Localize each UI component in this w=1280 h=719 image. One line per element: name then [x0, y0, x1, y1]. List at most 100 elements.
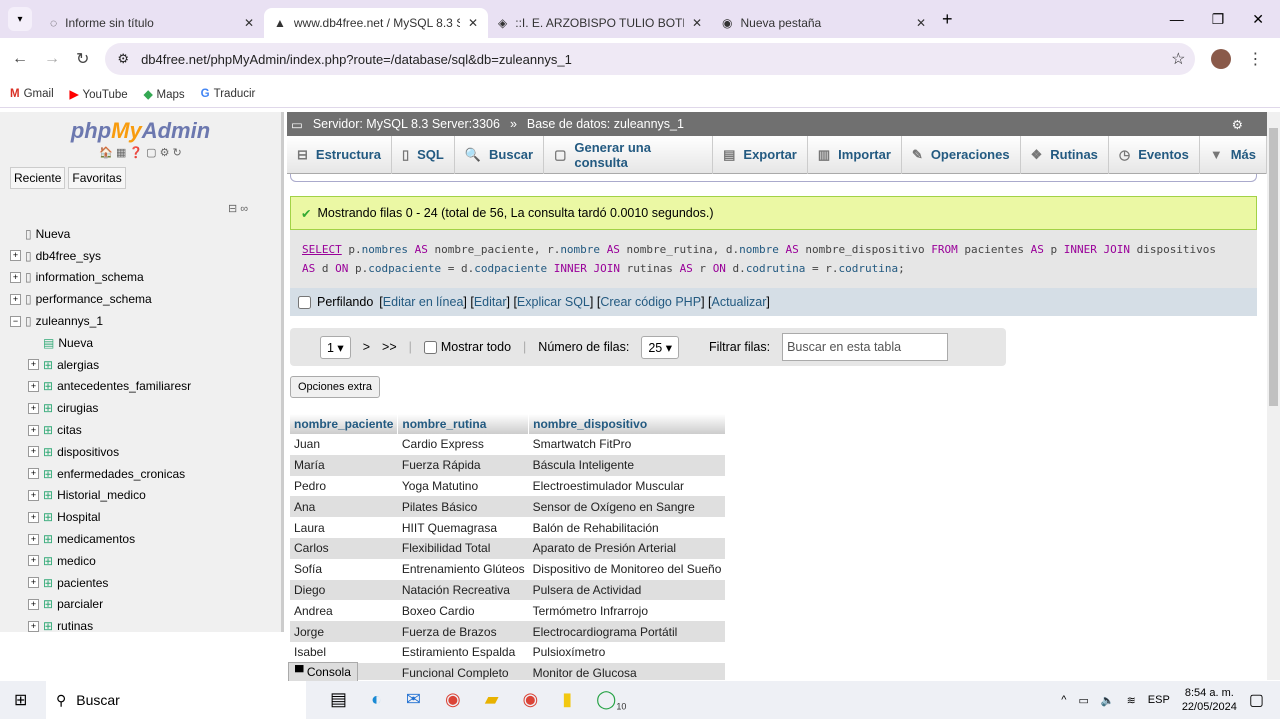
expand-icon[interactable] — [28, 337, 39, 348]
collapse-link-icons[interactable]: ⊟ ∞ — [228, 202, 248, 215]
tree-node-pacientes[interactable]: + ⊞ pacientes — [0, 572, 281, 594]
expand-icon[interactable]: + — [10, 250, 21, 262]
recent-button[interactable]: Reciente — [10, 167, 66, 189]
edge-icon[interactable]: ◐ — [371, 689, 382, 712]
next-page-button[interactable]: > — [363, 340, 370, 354]
settings-icon[interactable]: ⚙ — [1232, 117, 1243, 132]
tree-node-information_schema[interactable]: + ▯ information_schema — [0, 267, 281, 289]
browser-tab[interactable]: ◉ Nueva pestaña ✕ — [712, 8, 936, 38]
language-indicator[interactable]: ESP — [1148, 694, 1170, 706]
expand-icon[interactable]: + — [10, 293, 21, 305]
rows-select[interactable]: 25 ▾ — [641, 335, 679, 359]
site-info-icon[interactable]: ⚙ — [117, 51, 129, 67]
clock[interactable]: 8:54 a. m. 22/05/2024 — [1182, 686, 1237, 714]
minimize-button[interactable]: — — [1170, 11, 1184, 28]
start-icon[interactable]: ⊞ — [14, 690, 27, 710]
back-icon[interactable]: ← — [12, 50, 28, 68]
console-button[interactable]: ▀ Consola — [288, 662, 358, 682]
bookmark-gmail[interactable]: M Gmail — [10, 88, 54, 100]
expand-icon[interactable] — [10, 228, 21, 239]
expand-icon[interactable]: + — [28, 620, 39, 632]
expand-icon[interactable]: + — [28, 359, 39, 371]
battery-icon[interactable]: ▭ — [1078, 694, 1088, 707]
tab-más[interactable]: ▼ Más — [1200, 135, 1267, 174]
chrome-profile-icon[interactable]: ◉ — [523, 689, 539, 712]
query-action-link[interactable]: Explicar SQL — [517, 295, 590, 309]
url-field[interactable]: ⚙ db4free.net/phpMyAdmin/index.php?route=… — [105, 43, 1196, 75]
new-tab-button[interactable]: + — [942, 9, 953, 30]
expand-icon[interactable]: + — [28, 598, 39, 610]
query-action-link[interactable]: Actualizar — [712, 295, 767, 309]
filter-rows-input[interactable]: Buscar en esta tabla — [782, 333, 949, 361]
tab-importar[interactable]: ▥ Importar — [808, 135, 902, 174]
collapse-icon[interactable]: ▭ — [291, 117, 303, 132]
bookmark-maps[interactable]: ◆ Maps — [144, 87, 185, 101]
tab-close-icon[interactable]: ✕ — [916, 16, 926, 30]
expand-icon[interactable]: + — [28, 555, 39, 567]
reload-icon[interactable]: ↻ — [76, 49, 89, 69]
column-header-nombre_rutina[interactable]: nombre_rutina — [397, 414, 530, 434]
tab-search-button[interactable]: ▾ — [8, 7, 32, 31]
query-action-link[interactable]: Editar — [474, 295, 507, 309]
expand-icon[interactable]: + — [28, 446, 39, 458]
expand-icon[interactable]: + — [28, 511, 39, 523]
tree-node-historial_medico[interactable]: + ⊞ Historial_medico — [0, 485, 281, 507]
file-explorer-icon[interactable]: ▰ — [485, 689, 499, 712]
tree-node-zuleannys_1[interactable]: − ▯ zuleannys_1 — [0, 310, 281, 332]
taskbar-search[interactable]: ⚲ Buscar — [46, 681, 306, 719]
tab-close-icon[interactable]: ✕ — [468, 16, 478, 30]
phpmyadmin-logo[interactable]: phpMyAdmin — [0, 118, 281, 144]
bookmark-youtube[interactable]: ▶ YouTube — [70, 87, 128, 101]
expand-icon[interactable]: + — [28, 533, 39, 545]
tree-node-nueva[interactable]: ▤ Nueva — [0, 332, 281, 354]
bookmark-translate[interactable]: G Traducir — [201, 88, 256, 100]
forward-icon[interactable]: → — [44, 50, 60, 68]
tab-close-icon[interactable]: ✕ — [692, 16, 702, 30]
wifi-icon[interactable]: ≋ — [1127, 694, 1136, 707]
tab-operaciones[interactable]: ✎ Operaciones — [902, 135, 1021, 174]
mail-icon[interactable]: ✉ — [406, 689, 421, 712]
tab-buscar[interactable]: 🔍 Buscar — [455, 135, 545, 174]
column-header-nombre_paciente[interactable]: nombre_paciente — [290, 414, 399, 434]
tree-node-performance_schema[interactable]: + ▯ performance_schema — [0, 288, 281, 310]
tray-chevron-icon[interactable]: ^ — [1061, 694, 1066, 706]
tree-node-parcialer[interactable]: + ⊞ parcialer — [0, 594, 281, 616]
expand-icon[interactable]: + — [28, 402, 39, 414]
tab-eventos[interactable]: ◷ Eventos — [1109, 135, 1200, 174]
tab-generar-una-consulta[interactable]: ▢ Generar una consulta — [544, 135, 714, 174]
tree-node-antecedentes_familiaresr[interactable]: + ⊞ antecedentes_familiaresr — [0, 376, 281, 398]
profiling-checkbox[interactable] — [298, 295, 311, 309]
sidebar-quick-icons[interactable]: 🏠 ▦ ❓ ▢ ⚙ ↻ — [0, 146, 281, 159]
expand-icon[interactable]: + — [28, 424, 39, 436]
tree-node-nueva[interactable]: ▯ Nueva — [0, 223, 281, 245]
tree-node-rutinas[interactable]: + ⊞ rutinas — [0, 615, 281, 637]
bookmark-star-icon[interactable]: ☆ — [1171, 49, 1185, 69]
tree-node-medicamentos[interactable]: + ⊞ medicamentos — [0, 528, 281, 550]
vertical-scrollbar[interactable] — [1267, 112, 1280, 680]
expand-icon[interactable]: + — [10, 271, 21, 283]
tree-node-db4free_sys[interactable]: + ▯ db4free_sys — [0, 245, 281, 267]
tab-estructura[interactable]: ⊟ Estructura — [287, 135, 392, 174]
whatsapp-icon[interactable]: ◯10 — [596, 689, 626, 712]
tree-node-enfermedades_cronicas[interactable]: + ⊞ enfermedades_cronicas — [0, 463, 281, 485]
favorites-button[interactable]: Favoritas — [68, 167, 126, 189]
tab-sql[interactable]: ▯ SQL — [392, 135, 455, 174]
profile-avatar[interactable] — [1211, 49, 1232, 69]
notifications-icon[interactable]: ▢ — [1249, 690, 1264, 710]
expand-icon[interactable]: + — [28, 468, 39, 480]
page-select[interactable]: 1 ▾ — [320, 335, 351, 359]
tree-node-medico[interactable]: + ⊞ medico — [0, 550, 281, 572]
expand-icon[interactable]: + — [28, 577, 39, 589]
expand-icon[interactable]: − — [10, 315, 21, 327]
query-action-link[interactable]: Crear código PHP — [600, 295, 701, 309]
breadcrumb-database[interactable]: Base de datos: zuleannys_1 — [527, 117, 684, 131]
tree-node-alergias[interactable]: + ⊞ alergias — [0, 354, 281, 376]
column-header-nombre_dispositivo[interactable]: nombre_dispositivo — [528, 414, 726, 434]
tree-node-hospital[interactable]: + ⊞ Hospital — [0, 506, 281, 528]
last-page-button[interactable]: >> — [382, 340, 397, 354]
chrome-icon[interactable]: ◉ — [445, 689, 461, 712]
extra-options-button[interactable]: Opciones extra — [290, 376, 380, 398]
sql-query[interactable]: SELECT p.nombres AS nombre_paciente, r.n… — [290, 230, 1257, 288]
show-all-checkbox[interactable] — [423, 340, 437, 354]
expand-icon[interactable]: + — [28, 380, 39, 392]
